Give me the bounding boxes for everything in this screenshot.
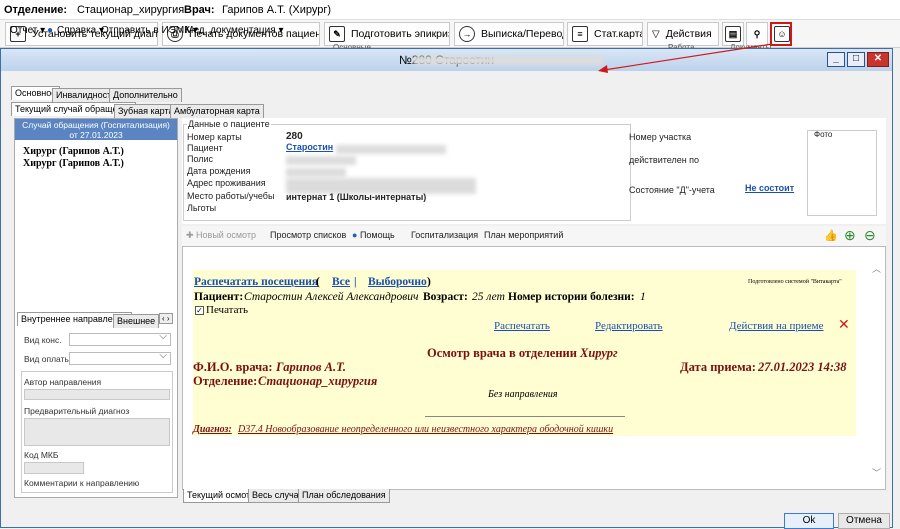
annotation-arrow xyxy=(598,43,773,73)
